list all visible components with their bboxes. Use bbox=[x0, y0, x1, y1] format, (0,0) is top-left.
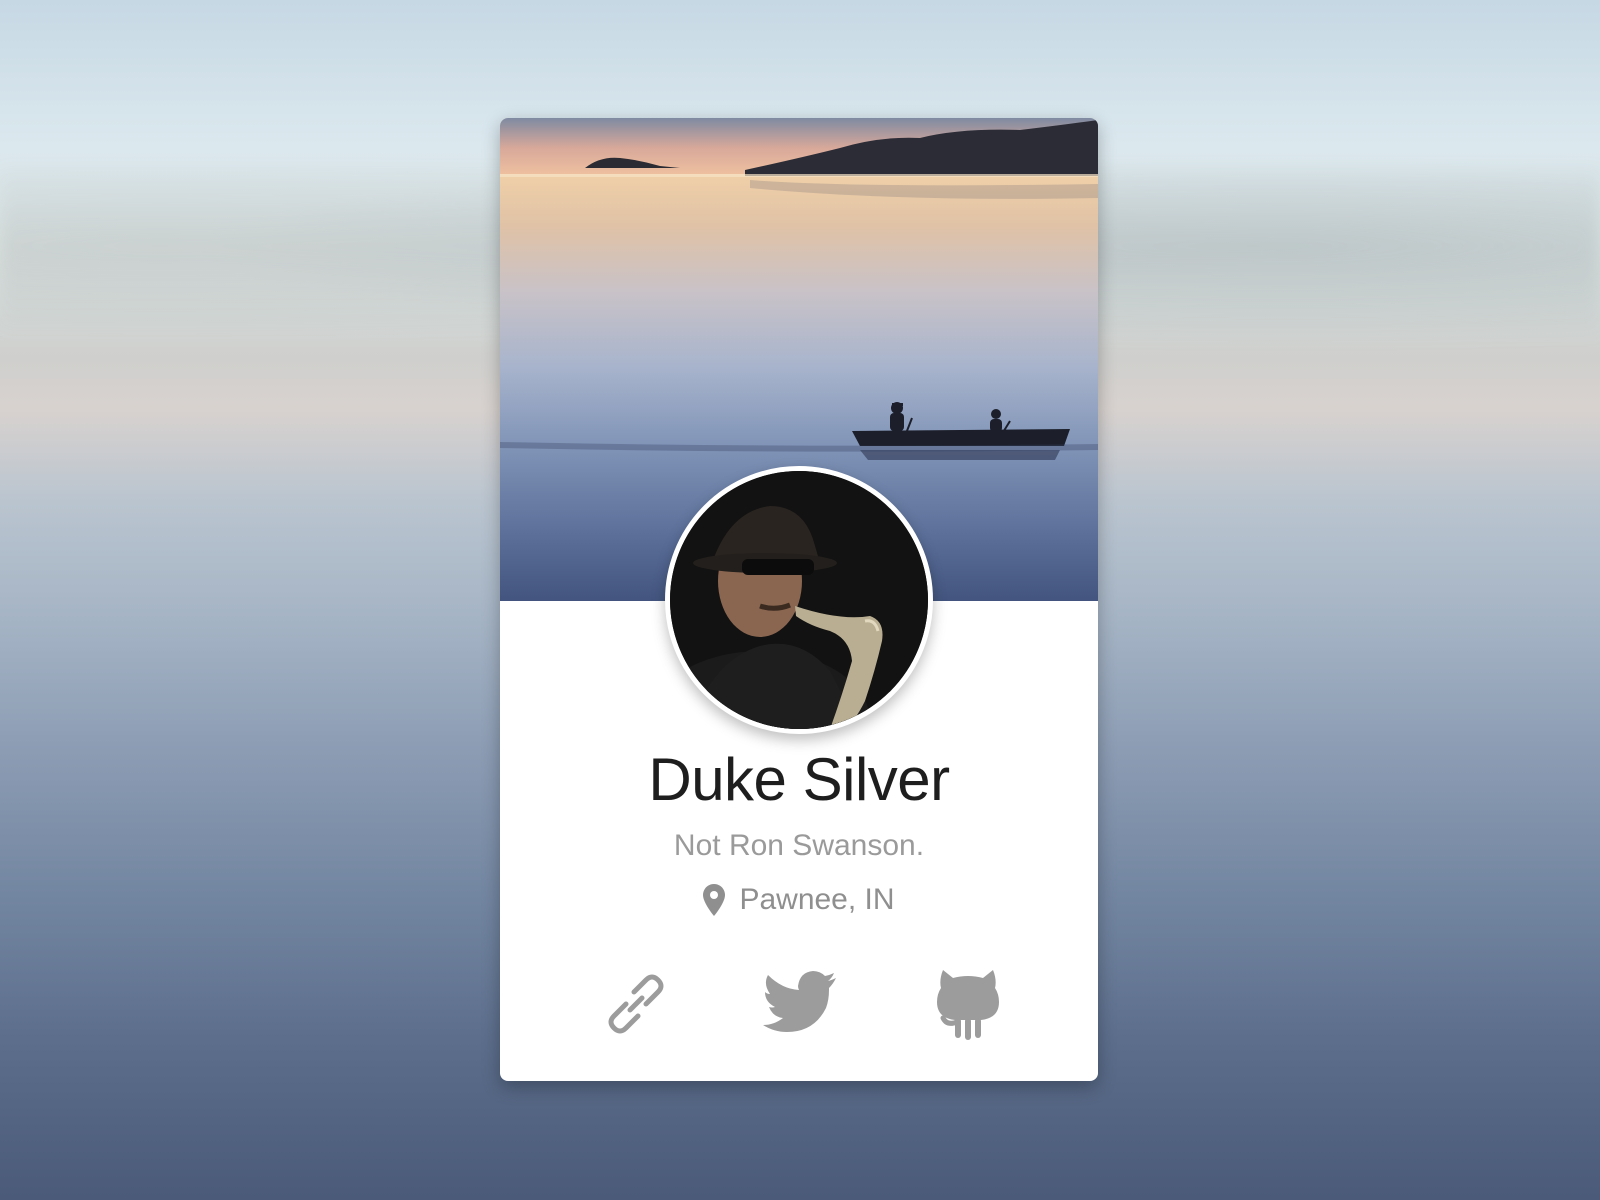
profile-name: Duke Silver bbox=[648, 746, 950, 813]
website-link-button[interactable] bbox=[596, 966, 676, 1046]
profile-tagline: Not Ron Swanson. bbox=[673, 829, 925, 862]
avatar[interactable] bbox=[665, 466, 933, 734]
link-icon bbox=[600, 968, 672, 1045]
profile-location: Pawnee, IN bbox=[500, 884, 1098, 916]
location-pin-icon bbox=[703, 884, 726, 916]
social-links bbox=[500, 966, 1098, 1046]
github-button[interactable] bbox=[928, 966, 1008, 1046]
profile-card: Duke Silver Not Ron Swanson. Pawnee, IN bbox=[500, 118, 1098, 1081]
github-octocat-icon bbox=[935, 966, 1001, 1047]
twitter-button[interactable] bbox=[760, 966, 840, 1046]
location-text: Pawnee, IN bbox=[739, 883, 895, 916]
twitter-bird-icon bbox=[762, 970, 838, 1043]
